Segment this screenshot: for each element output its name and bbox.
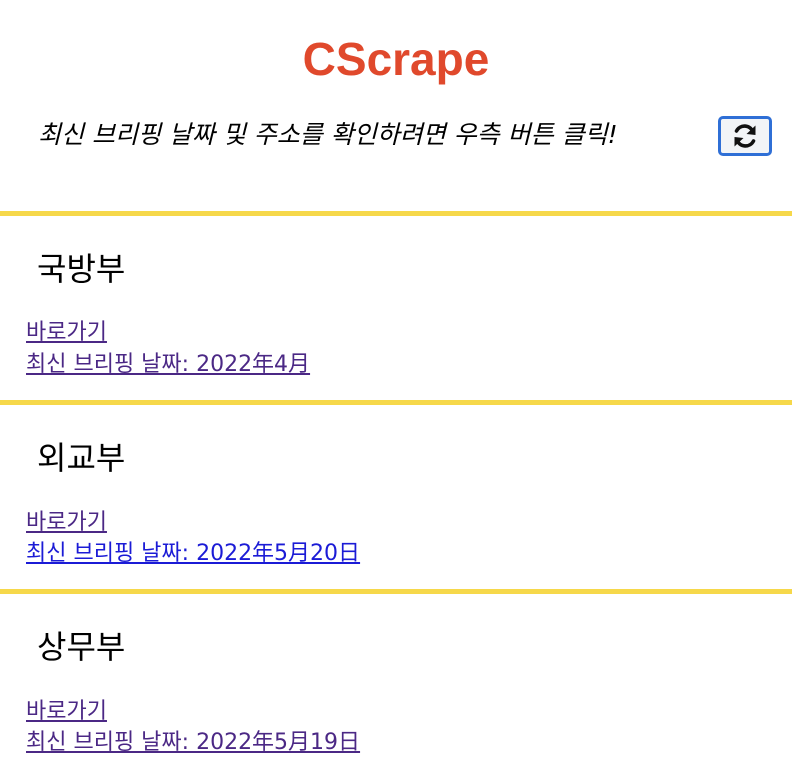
defense-shortcut-link[interactable]: 바로가기 bbox=[26, 318, 107, 348]
instruction-text: 최신 브리핑 날짜 및 주소를 확인하려면 우측 버튼 클릭! bbox=[38, 120, 618, 149]
section-divider bbox=[0, 589, 792, 594]
section-divider bbox=[0, 211, 792, 216]
ministry-name-commerce: 상무부 bbox=[37, 628, 126, 666]
refresh-icon bbox=[731, 123, 759, 149]
refresh-button[interactable] bbox=[718, 116, 772, 156]
ministry-name-foreign-affairs: 외교부 bbox=[37, 439, 126, 477]
foreign-affairs-briefing-link[interactable]: 최신 브리핑 날짜: 2022年5月20日 bbox=[26, 539, 360, 569]
popup-page: CScrape 최신 브리핑 날짜 및 주소를 확인하려면 우측 버튼 클릭! … bbox=[0, 0, 792, 770]
defense-briefing-link[interactable]: 최신 브리핑 날짜: 2022年4月 bbox=[26, 350, 310, 380]
commerce-briefing-link[interactable]: 최신 브리핑 날짜: 2022年5月19日 bbox=[26, 728, 360, 758]
section-divider bbox=[0, 400, 792, 405]
foreign-affairs-shortcut-link[interactable]: 바로가기 bbox=[26, 508, 107, 538]
app-title: CScrape bbox=[302, 33, 490, 85]
ministry-name-defense: 국방부 bbox=[37, 250, 126, 288]
commerce-shortcut-link[interactable]: 바로가기 bbox=[26, 697, 107, 727]
